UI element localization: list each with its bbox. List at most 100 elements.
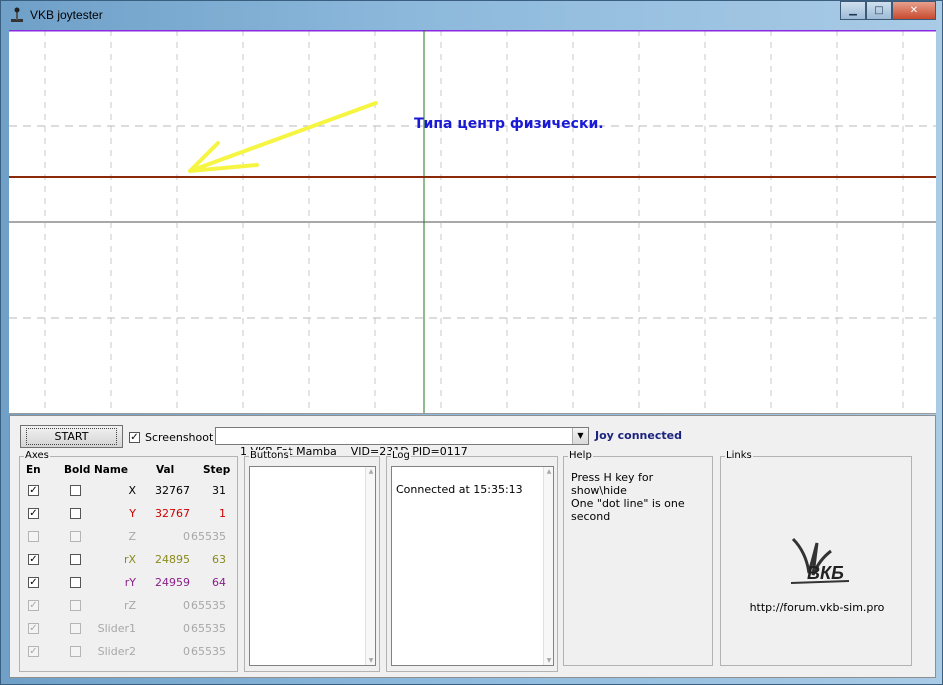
axis-bold-checkbox xyxy=(70,623,81,634)
plot-annotation: Типа центр физически. xyxy=(414,116,604,132)
axis-name: rZ xyxy=(123,599,136,612)
axis-enable-checkbox: ✓ xyxy=(28,622,39,634)
axis-bold-checkbox[interactable] xyxy=(70,577,81,588)
axis-enable-checkbox[interactable]: ✓ xyxy=(28,554,39,565)
help-group: Help Press H key for show\hide One "dot … xyxy=(563,450,713,666)
axis-name: rX xyxy=(123,553,136,566)
help-line: Press H key for show\hide xyxy=(571,471,654,497)
axis-value: 32767 xyxy=(155,484,190,497)
axes-group-label: Axes xyxy=(24,450,50,461)
axis-enable-checkbox[interactable]: ✓ xyxy=(28,485,39,496)
logo-text: ВКБ xyxy=(807,563,844,583)
axis-value: 0 xyxy=(183,530,190,543)
links-group: Links ВКБ http://forum.vkb-sim.pro xyxy=(720,450,913,666)
arrow-shaft xyxy=(188,101,378,173)
axis-enable-checkbox: ✓ xyxy=(28,599,39,611)
axis-step: 63 xyxy=(212,553,226,566)
plot-canvas xyxy=(9,30,936,413)
axis-name: rY xyxy=(124,576,136,589)
axis-step: 65535 xyxy=(191,645,226,658)
help-group-label: Help xyxy=(568,450,593,461)
start-button-label: START xyxy=(25,428,118,445)
log-list[interactable]: Connected at 15:35:13 ▲ ▼ xyxy=(391,466,554,666)
scroll-down-icon[interactable]: ▼ xyxy=(366,657,376,664)
links-group-label: Links xyxy=(725,450,753,461)
axis-value: 0 xyxy=(183,599,190,612)
help-text: Press H key for show\hide One "dot line"… xyxy=(571,471,712,523)
app-window: VKB joytester ▁ □ ✕ Типа центр физически… xyxy=(0,0,943,685)
buttons-list[interactable]: ▲ ▼ xyxy=(249,466,376,666)
scroll-up-icon[interactable]: ▲ xyxy=(366,468,376,475)
axis-bold-checkbox xyxy=(70,600,81,611)
buttons-list-scrollbar[interactable]: ▲ ▼ xyxy=(365,467,375,665)
scroll-down-icon[interactable]: ▼ xyxy=(544,657,554,664)
axis-row: Z 0 65535 xyxy=(20,527,239,547)
axes-group: Axes En Bold Name Val Step ✓ X 32767 31 ✓ Y 32… xyxy=(19,450,239,672)
axis-name: Slider2 xyxy=(97,645,136,658)
scroll-up-icon[interactable]: ▲ xyxy=(544,468,554,475)
joystick-icon xyxy=(11,7,23,22)
buttons-group: Buttons ▲ ▼ xyxy=(244,450,380,672)
device-select[interactable]: 1 VKB Fat Mamba VID=231D PID=0117 ▼ xyxy=(215,427,589,458)
axis-row: ✓ rZ 0 65535 xyxy=(20,596,239,616)
header-step: Step xyxy=(203,464,231,476)
axis-value: 24959 xyxy=(155,576,190,589)
window-title: VKB joytester xyxy=(30,8,103,22)
header-en: En xyxy=(26,464,41,476)
header-name: Name xyxy=(94,464,128,476)
axis-value: 32767 xyxy=(155,507,190,520)
annotation-arrow xyxy=(188,101,378,173)
header-bold: Bold xyxy=(64,464,91,476)
axis-row: ✓ Slider2 0 65535 xyxy=(20,642,239,662)
axis-value: 0 xyxy=(183,645,190,658)
axis-value: 0 xyxy=(183,622,190,635)
maximize-button[interactable]: □ xyxy=(866,1,892,20)
axis-bold-checkbox xyxy=(70,646,81,657)
axis-step: 64 xyxy=(212,576,226,589)
axis-name: Y xyxy=(129,507,136,520)
axis-row: ✓ Y 32767 1 xyxy=(20,504,239,524)
axis-enable-checkbox[interactable]: ✓ xyxy=(28,577,39,588)
axis-step: 1 xyxy=(219,507,226,520)
log-line: Connected at 15:35:13 xyxy=(396,483,523,496)
connection-status: Joy connected xyxy=(595,429,682,442)
axis-name: X xyxy=(128,484,136,497)
axis-step: 65535 xyxy=(191,599,226,612)
forum-link[interactable]: http://forum.vkb-sim.pro xyxy=(721,601,913,614)
axis-name: Slider1 xyxy=(97,622,136,635)
header-val: Val xyxy=(156,464,175,476)
axis-name: Z xyxy=(128,530,136,543)
buttons-group-label: Buttons xyxy=(249,450,290,461)
axis-row: ✓ Slider1 0 65535 xyxy=(20,619,239,639)
axis-step: 65535 xyxy=(191,622,226,635)
window-controls: ▁ □ ✕ xyxy=(840,1,936,20)
axis-bold-checkbox[interactable] xyxy=(70,508,81,519)
axis-bold-checkbox xyxy=(70,531,81,542)
axis-value: 24895 xyxy=(155,553,190,566)
axis-row: ✓ rX 24895 63 xyxy=(20,550,239,570)
axis-row: ✓ X 32767 31 xyxy=(20,481,239,501)
log-group-label: Log xyxy=(391,450,411,461)
axis-bold-checkbox[interactable] xyxy=(70,554,81,565)
screenshoot-label: Screenshoot xyxy=(145,431,214,444)
log-list-scrollbar[interactable]: ▲ ▼ xyxy=(543,467,553,665)
axis-enable-checkbox[interactable]: ✓ xyxy=(28,508,39,519)
minimize-button[interactable]: ▁ xyxy=(840,1,866,20)
plot-area: Типа центр физически. xyxy=(9,30,936,414)
close-button[interactable]: ✕ xyxy=(892,1,936,20)
screenshoot-checkbox[interactable]: ✓ xyxy=(129,432,140,443)
log-group: Log Connected at 15:35:13 ▲ ▼ xyxy=(386,450,558,672)
axis-row: ✓ rY 24959 64 xyxy=(20,573,239,593)
title-bar[interactable]: VKB joytester ▁ □ ✕ xyxy=(1,1,942,30)
vkb-logo[interactable]: ВКБ xyxy=(787,535,853,591)
axis-enable-checkbox xyxy=(28,531,39,542)
control-panel: START ✓ Screenshoot 1 VKB Fat Mamba VID=… xyxy=(9,415,936,678)
axis-step: 65535 xyxy=(191,530,226,543)
chevron-down-icon[interactable]: ▼ xyxy=(572,428,588,444)
help-line: One "dot line" is one second xyxy=(571,497,685,523)
axis-enable-checkbox: ✓ xyxy=(28,645,39,657)
axis-step: 31 xyxy=(212,484,226,497)
screenshoot-option[interactable]: ✓ Screenshoot xyxy=(129,431,213,444)
start-button[interactable]: START xyxy=(20,425,123,448)
axis-bold-checkbox[interactable] xyxy=(70,485,81,496)
